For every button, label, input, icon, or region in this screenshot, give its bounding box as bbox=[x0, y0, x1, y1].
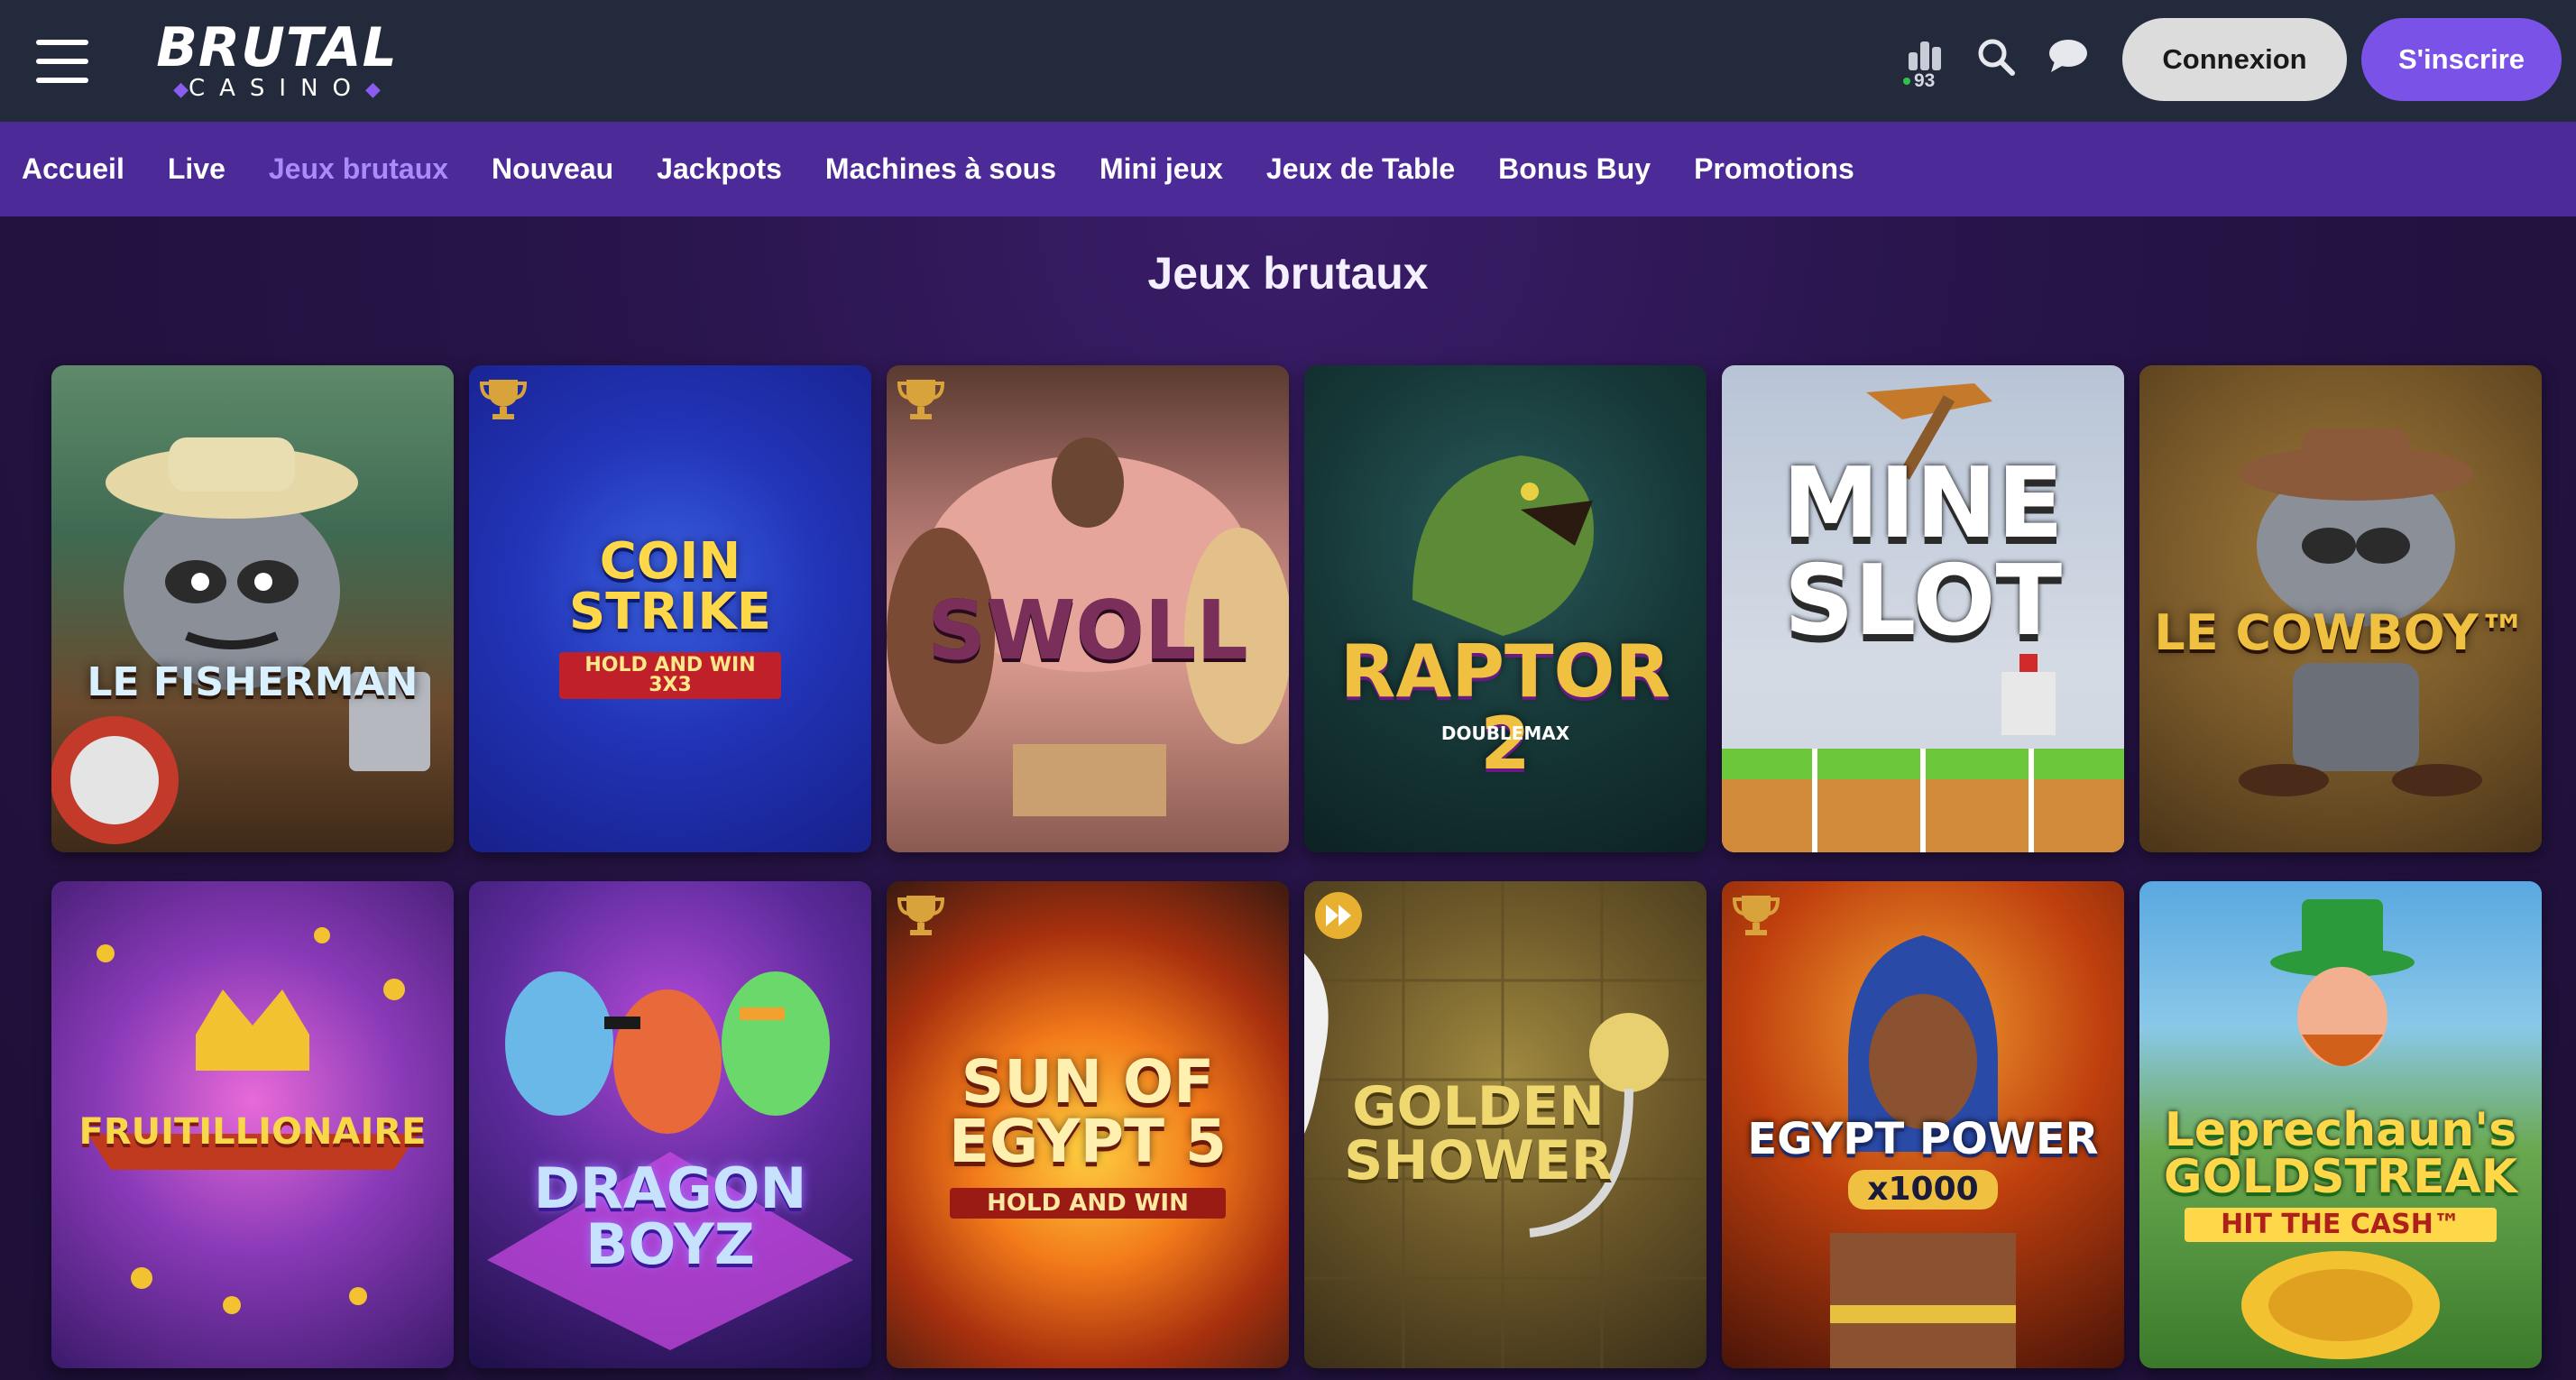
game-title: COIN STRIKE bbox=[568, 532, 772, 641]
nav-item-promotions[interactable]: Promotions bbox=[1694, 152, 1854, 186]
game-title: LE FISHERMAN bbox=[87, 659, 419, 705]
game-tile-leprechauns-goldstreak[interactable]: Leprechaun's GOLDSTREAK HIT THE CASH™ bbox=[2139, 881, 2542, 1368]
game-tile-le-cowboy[interactable]: LE COWBOY™ bbox=[2139, 365, 2542, 852]
nav-item-jeux-brutaux[interactable]: Jeux brutaux bbox=[269, 152, 448, 186]
category-nav: Accueil Live Jeux brutaux Nouveau Jackpo… bbox=[0, 122, 2576, 216]
game-tile-golden-shower[interactable]: GOLDEN SHOWER bbox=[1304, 881, 1707, 1368]
game-subtitle: x1000 bbox=[1848, 1170, 1998, 1210]
logo-wordmark: BRUTAL bbox=[156, 16, 398, 79]
nav-item-jeux-de-table[interactable]: Jeux de Table bbox=[1266, 152, 1455, 186]
menu-icon[interactable] bbox=[36, 40, 88, 83]
game-tile-egypt-power[interactable]: EGYPT POWER x1000 bbox=[1722, 881, 2124, 1368]
nav-item-live[interactable]: Live bbox=[168, 152, 225, 186]
signup-button[interactable]: S'inscrire bbox=[2361, 18, 2562, 101]
trophy-icon bbox=[479, 380, 528, 419]
fast-forward-icon bbox=[1315, 892, 1362, 939]
game-subtitle: HOLD AND WIN bbox=[950, 1188, 1226, 1219]
game-tile-mine-slot[interactable]: MINE SLOT bbox=[1722, 365, 2124, 852]
game-title: SWOLL bbox=[927, 584, 1248, 678]
game-tile-dragon-boyz[interactable]: DRAGON BOYZ bbox=[469, 881, 871, 1368]
nav-item-accueil[interactable]: Accueil bbox=[22, 152, 124, 186]
game-title: DRAGON BOYZ bbox=[533, 1155, 807, 1277]
game-title: GOLDEN SHOWER bbox=[1344, 1075, 1613, 1192]
nav-item-mini-jeux[interactable]: Mini jeux bbox=[1099, 152, 1223, 186]
nav-item-machines-a-sous[interactable]: Machines à sous bbox=[825, 152, 1056, 186]
game-title: RAPTOR 2 bbox=[1339, 630, 1671, 786]
trophy-icon bbox=[897, 380, 945, 419]
game-subtitle: HIT THE CASH™ bbox=[2185, 1208, 2497, 1242]
trophy-icon bbox=[897, 896, 945, 935]
game-title: MINE SLOT bbox=[1782, 447, 2064, 658]
search-icon[interactable] bbox=[1975, 36, 2017, 78]
chat-icon[interactable] bbox=[2046, 36, 2091, 78]
game-tile-fruitillionaire[interactable]: FRUITILLIONAIRE bbox=[51, 881, 454, 1368]
dragon-boyz-art bbox=[469, 881, 871, 1368]
trophy-icon bbox=[1732, 896, 1780, 935]
login-button[interactable]: Connexion bbox=[2122, 18, 2347, 101]
online-dot bbox=[1903, 78, 1910, 85]
raccoon-fisherman-art bbox=[51, 365, 454, 852]
brand-logo[interactable]: BRUTAL ◆CASINO◆ bbox=[146, 16, 408, 101]
game-tile-swoll[interactable]: SWOLL bbox=[887, 365, 1289, 852]
game-tile-raptor-2[interactable]: RAPTOR 2 DOUBLEMAX bbox=[1304, 365, 1707, 852]
main-content: Jeux brutaux LE FISHERMAN COIN STRIKE HO… bbox=[0, 216, 2576, 1380]
nav-item-jackpots[interactable]: Jackpots bbox=[657, 152, 782, 186]
online-count: 93 bbox=[1914, 70, 1936, 91]
game-subtitle: HOLD AND WIN 3X3 bbox=[559, 652, 781, 699]
top-header: BRUTAL ◆CASINO◆ 93 Connexion S'inscrire bbox=[0, 0, 2576, 122]
game-title: FRUITILLIONAIRE bbox=[78, 1111, 427, 1153]
game-grid: LE FISHERMAN COIN STRIKE HOLD AND WIN 3X… bbox=[51, 365, 2542, 1368]
game-tile-coin-strike[interactable]: COIN STRIKE HOLD AND WIN 3X3 bbox=[469, 365, 871, 852]
nav-item-nouveau[interactable]: Nouveau bbox=[492, 152, 613, 186]
stats-icon[interactable]: 93 bbox=[1903, 34, 1945, 92]
game-title: EGYPT POWER bbox=[1747, 1114, 2099, 1164]
game-tile-sun-of-egypt-5[interactable]: SUN OF EGYPT 5 HOLD AND WIN bbox=[887, 881, 1289, 1368]
game-title: SUN OF EGYPT 5 bbox=[949, 1047, 1227, 1176]
game-tile-le-fisherman[interactable]: LE FISHERMAN bbox=[51, 365, 454, 852]
game-title: LE COWBOY™ bbox=[2154, 604, 2527, 661]
page-title: Jeux brutaux bbox=[1147, 248, 1429, 299]
game-subtitle: DOUBLEMAX bbox=[1440, 722, 1570, 744]
nav-item-bonus-buy[interactable]: Bonus Buy bbox=[1498, 152, 1651, 186]
game-title: Leprechaun's GOLDSTREAK bbox=[2163, 1103, 2518, 1204]
logo-subtitle: ◆CASINO◆ bbox=[173, 75, 381, 102]
